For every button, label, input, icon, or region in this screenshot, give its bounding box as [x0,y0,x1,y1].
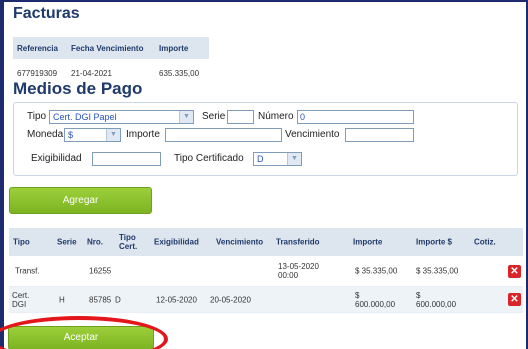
col-vencimiento: Vencimiento [216,237,264,247]
moneda-label: Moneda [27,129,64,140]
serie-label: Serie [202,111,226,122]
moneda-select[interactable]: $ ▼ [64,128,121,142]
cell-transferido-date: 13-05-2020 [278,262,319,271]
chevron-down-icon[interactable]: ▼ [179,111,193,123]
col-tipo: Tipo [13,237,30,247]
delete-x-icon[interactable]: ✕ [508,293,521,306]
serie-input[interactable] [227,110,254,124]
col-tipo-cert-line1: Tipo [119,233,136,242]
chevron-down-icon[interactable]: ▼ [106,129,120,141]
cell-nro: 85785 [89,295,112,304]
cell-transferido: 13-05-2020 00:00 [278,262,319,280]
cell-tipo-line1: Cert. [12,290,30,300]
cell-importe-amount: 600.000,00 [355,299,396,309]
agregar-button[interactable]: Agregar [9,187,152,214]
cell-importe-currency: $ [355,290,360,300]
col-exigibilidad: Exigibilidad [154,237,199,247]
cell-importe: $ 35.335,00 [355,266,398,276]
col-nro: Nro. [87,237,103,247]
tipo-select[interactable]: Cert. DGI Papel ▼ [49,110,194,124]
cell-importe-usd-amount: 600.000,00 [416,299,457,309]
cell-tipo-line2: DGI [12,299,27,309]
tipo-certificado-value: D [257,154,264,164]
cell-tipo: Cert. DGI [12,291,29,309]
tipo-select-value: Cert. DGI Papel [53,112,117,122]
cell-importe-usd-currency: $ [416,290,421,300]
exigibilidad-label: Exigibilidad [31,153,82,164]
aceptar-button[interactable]: Aceptar [8,326,154,349]
cell-importe-usd: $ 600.000,00 [416,291,456,309]
importe-input[interactable] [165,128,282,142]
numero-label: Número [258,111,294,122]
col-importe: Importe [353,237,383,247]
col-transferido: Transferido [276,237,320,247]
tipo-label: Tipo [27,111,47,122]
table-row[interactable]: Cert. DGI H 85785 D 12-05-2020 20-05-202… [9,287,523,313]
vencimiento-label: Vencimiento [285,129,340,140]
importe-label: Importe [126,129,160,140]
tipo-certificado-select[interactable]: D ▼ [253,152,302,166]
col-fecha-vencimiento: Fecha Vencimiento [71,43,144,53]
medios-grid: Tipo Serie Nro. Tipo Cert. Exigibilidad … [9,228,523,313]
cell-fecha: 21-04-2021 [71,68,112,78]
cell-vencimiento: 20-05-2020 [210,295,251,304]
cell-exigibilidad: 12-05-2020 [156,295,197,304]
cell-transferido-time: 00:00 [278,271,299,280]
cell-importe: 635.335,00 [159,68,200,78]
col-serie: Serie [57,237,77,247]
col-importe-usd: Importe $ [416,237,453,247]
cell-importe: $ 600.000,00 [355,291,395,309]
cell-tipo-cert: D [115,295,121,304]
moneda-select-value: $ [68,130,74,140]
exigibilidad-input[interactable] [92,152,161,166]
cell-tipo: Transf. [15,266,40,276]
col-importe: Importe [159,43,189,53]
medios-form: Tipo Cert. DGI Papel ▼ Serie Número 0 Mo… [13,102,518,176]
delete-x-icon[interactable]: ✕ [508,265,521,278]
vencimiento-input[interactable] [345,128,414,142]
cell-referencia: 677919309 [17,68,58,78]
grid-header-row: Tipo Serie Nro. Tipo Cert. Exigibilidad … [9,228,523,256]
table-row[interactable]: Transf. 16255 13-05-2020 00:00 $ 35.335,… [9,256,523,287]
chevron-down-icon[interactable]: ▼ [287,153,301,165]
col-cotiz: Cotiz. [474,237,496,247]
tipo-certificado-label: Tipo Certificado [174,153,244,164]
cell-serie: H [59,295,65,304]
facturas-table: Referencia Fecha Vencimiento Importe 677… [13,37,209,83]
col-tipo-cert: Tipo Cert. [119,233,137,251]
medios-title: Medios de Pago [13,79,143,98]
facturas-title: Facturas [13,5,80,22]
cell-importe-usd: $ 35.335,00 [416,266,459,276]
cell-nro: 16255 [89,266,112,276]
facturas-header-row: Referencia Fecha Vencimiento Importe [13,37,209,59]
col-tipo-cert-line2: Cert. [119,242,138,251]
col-referencia: Referencia [17,43,58,53]
numero-input[interactable]: 0 [297,110,414,124]
